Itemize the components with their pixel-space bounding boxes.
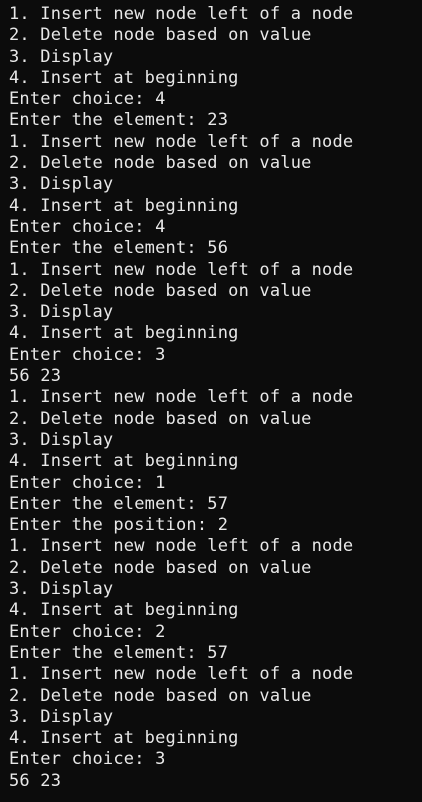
menu-option-insert-left: 1. Insert new node left of a node <box>9 131 354 152</box>
menu-option-display: 3. Display <box>9 174 114 195</box>
menu-option-delete: 2. Delete node based on value <box>9 280 312 301</box>
element-prompt: Enter the element: 57 <box>9 493 229 514</box>
menu-option-insert-left: 1. Insert new node left of a node <box>9 4 354 24</box>
menu-option-insert-left: 1. Insert new node left of a node <box>9 259 354 280</box>
menu-option-insert-left: 1. Insert new node left of a node <box>9 536 354 557</box>
menu-option-delete: 2. Delete node based on value <box>9 685 312 706</box>
choice-prompt: Enter choice: 3 <box>9 749 166 770</box>
menu-option-delete: 2. Delete node based on value <box>9 557 312 578</box>
menu-option-display: 3. Display <box>9 579 114 600</box>
menu-option-display: 3. Display <box>9 302 114 323</box>
choice-prompt: Enter choice: 1 <box>9 472 166 493</box>
menu-option-insert-beginning: 4. Insert at beginning <box>9 67 239 88</box>
position-prompt: Enter the position: 2 <box>9 515 229 536</box>
menu-option-display: 3. Display <box>9 46 114 67</box>
element-prompt: Enter the element: 57 <box>9 642 229 663</box>
menu-option-insert-beginning: 4. Insert at beginning <box>9 323 239 344</box>
menu-option-delete: 2. Delete node based on value <box>9 408 312 429</box>
choice-prompt: Enter choice: 3 <box>9 344 166 365</box>
terminal-output[interactable]: 1. Insert new node left of a node 2. Del… <box>0 0 422 802</box>
menu-option-insert-left: 1. Insert new node left of a node <box>9 387 354 408</box>
menu-option-insert-beginning: 4. Insert at beginning <box>9 451 239 472</box>
menu-option-delete: 2. Delete node based on value <box>9 153 312 174</box>
menu-option-insert-beginning: 4. Insert at beginning <box>9 600 239 621</box>
choice-prompt: Enter choice: 4 <box>9 216 166 237</box>
menu-option-insert-beginning: 4. Insert at beginning <box>9 728 239 749</box>
menu-option-insert-beginning: 4. Insert at beginning <box>9 195 239 216</box>
choice-prompt: Enter choice: 4 <box>9 89 166 110</box>
element-prompt: Enter the element: 56 <box>9 238 229 259</box>
element-prompt: Enter the element: 23 <box>9 110 229 131</box>
display-output: 56 23 <box>9 770 62 791</box>
display-output: 56 23 <box>9 366 62 387</box>
menu-option-display: 3. Display <box>9 429 114 450</box>
choice-prompt: Enter choice: 2 <box>9 621 166 642</box>
menu-option-insert-left: 1. Insert new node left of a node <box>9 664 354 685</box>
menu-option-delete: 2. Delete node based on value <box>9 25 312 46</box>
menu-option-display: 3. Display <box>9 706 114 727</box>
